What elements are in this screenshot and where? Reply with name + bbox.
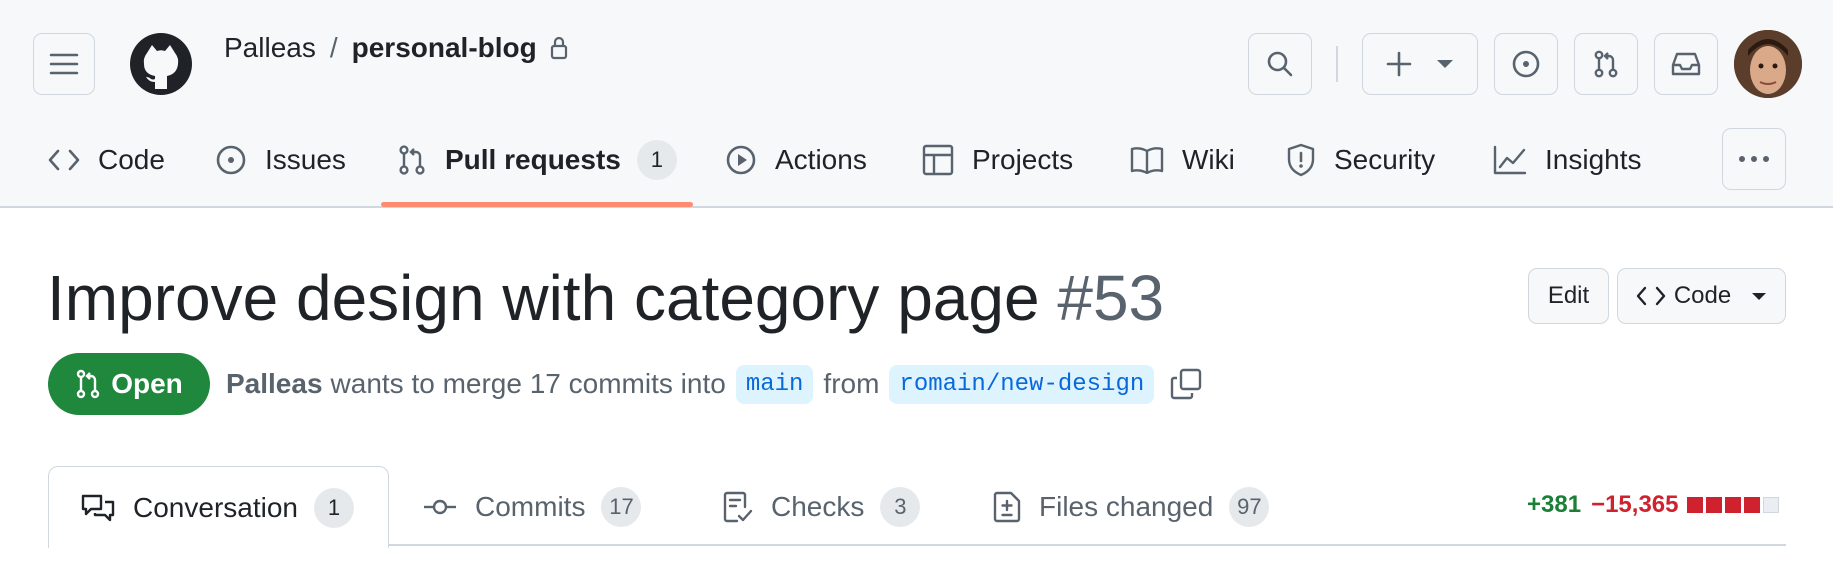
copy-icon[interactable] <box>1170 368 1202 400</box>
tab-counter: 3 <box>880 487 921 527</box>
table-icon <box>922 144 954 176</box>
pr-title-text: Improve design with category page <box>47 262 1040 334</box>
nav-item-pull-requests[interactable]: Pull requests 1 <box>397 140 677 180</box>
graph-icon <box>1493 145 1527 175</box>
inbox-button[interactable] <box>1654 33 1718 95</box>
nav-item-issues[interactable]: Issues <box>215 140 346 180</box>
lock-icon <box>549 36 569 60</box>
header-divider <box>1336 46 1338 82</box>
edit-button[interactable]: Edit <box>1528 268 1609 324</box>
breadcrumb-separator: / <box>329 32 338 63</box>
avatar[interactable] <box>1734 30 1802 98</box>
search-icon <box>1266 50 1294 78</box>
book-icon <box>1130 146 1164 174</box>
nav-item-security[interactable]: Security <box>1286 140 1435 180</box>
search-button[interactable] <box>1248 33 1312 95</box>
active-nav-underline <box>381 202 693 207</box>
tab-label: Files changed <box>1039 491 1214 522</box>
nav-item-label: Pull requests <box>445 144 621 175</box>
nav-item-label: Security <box>1334 144 1436 175</box>
tab-conversation[interactable]: Conversation 1 <box>48 466 389 548</box>
pr-number: #53 <box>1057 262 1165 334</box>
pull-requests-counter: 1 <box>636 140 677 180</box>
create-new-button[interactable] <box>1362 33 1478 95</box>
edit-button-label: Edit <box>1547 282 1590 309</box>
shield-icon <box>1286 143 1316 177</box>
nav-item-wiki[interactable]: Wiki <box>1130 140 1235 180</box>
nav-item-insights[interactable]: Insights <box>1493 140 1642 180</box>
tab-label: Conversation <box>133 491 298 523</box>
tab-label: Checks <box>771 491 865 522</box>
diffstat-deletions: −15,365 <box>1591 491 1679 518</box>
menu-button[interactable] <box>33 33 95 95</box>
base-branch[interactable]: main <box>735 364 814 404</box>
diffstat: +381 −15,365 <box>1527 490 1780 520</box>
pull-requests-button[interactable] <box>1574 33 1638 95</box>
issue-opened-icon <box>215 144 247 176</box>
inbox-icon <box>1670 50 1702 78</box>
github-logo[interactable] <box>130 33 192 95</box>
owner-link[interactable]: Palleas <box>224 32 316 64</box>
code-dropdown-button[interactable]: Code <box>1617 268 1786 324</box>
tab-checks[interactable]: Checks 3 <box>723 466 921 548</box>
tab-counter: 97 <box>1229 487 1270 527</box>
repo-header: Palleas / personal-blog Code Issues Pull… <box>0 0 1833 208</box>
pr-state-label: Open <box>111 368 183 399</box>
issues-button[interactable] <box>1494 33 1558 95</box>
diffstat-block-deleted <box>1744 497 1761 513</box>
git-pull-request-icon <box>1591 49 1621 79</box>
diffstat-block-deleted <box>1687 497 1704 513</box>
diffstat-block-neutral <box>1763 497 1780 513</box>
nav-item-code[interactable]: Code <box>48 140 165 180</box>
tab-commits[interactable]: Commits 17 <box>423 466 642 548</box>
github-icon <box>130 33 192 95</box>
diffstat-additions: +381 <box>1527 491 1582 518</box>
issue-opened-icon <box>1511 49 1541 79</box>
code-button-label: Code <box>1673 282 1732 309</box>
plus-icon <box>1386 51 1412 77</box>
nav-item-label: Insights <box>1545 144 1642 175</box>
nav-item-label: Wiki <box>1182 144 1235 175</box>
hamburger-icon <box>49 52 79 76</box>
git-pull-request-icon <box>75 369 101 399</box>
checklist-icon <box>723 491 753 523</box>
git-commit-icon <box>423 497 457 517</box>
git-pull-request-icon <box>397 144 427 176</box>
nav-item-label: Projects <box>972 144 1074 175</box>
code-icon <box>1636 285 1666 307</box>
pr-author[interactable]: Palleas <box>226 368 323 400</box>
pr-merge-summary: Palleas wants to merge 17 commits into m… <box>226 362 1202 406</box>
nav-item-actions[interactable]: Actions <box>725 140 867 180</box>
kebab-horizontal-icon <box>1738 155 1770 163</box>
more-nav-button[interactable] <box>1722 128 1786 190</box>
nav-item-projects[interactable]: Projects <box>922 140 1073 180</box>
from-text: from <box>823 368 880 399</box>
diffstat-block-deleted <box>1706 497 1723 513</box>
breadcrumb: Palleas / personal-blog <box>224 30 569 66</box>
nav-item-label: Code <box>98 144 165 175</box>
diffstat-block-deleted <box>1725 497 1742 513</box>
repo-link[interactable]: personal-blog <box>352 32 537 64</box>
caret-down-icon <box>1436 59 1454 69</box>
pr-state-badge: Open <box>48 353 210 415</box>
comment-discussion-icon <box>81 493 115 523</box>
caret-down-icon <box>1751 292 1767 301</box>
code-icon <box>48 148 80 172</box>
merge-text: wants to merge 17 commits into <box>330 368 726 399</box>
pr-title: Improve design with category page #53 <box>47 258 1164 338</box>
file-diff-icon <box>993 491 1021 523</box>
tab-counter: 1 <box>313 487 354 528</box>
nav-item-label: Actions <box>775 144 867 175</box>
nav-item-label: Issues <box>265 144 346 175</box>
tab-label: Commits <box>475 491 586 522</box>
tab-files-changed[interactable]: Files changed 97 <box>993 466 1270 548</box>
head-branch[interactable]: romain/new-design <box>889 364 1155 404</box>
play-icon <box>725 144 757 176</box>
tab-counter: 17 <box>601 487 642 527</box>
